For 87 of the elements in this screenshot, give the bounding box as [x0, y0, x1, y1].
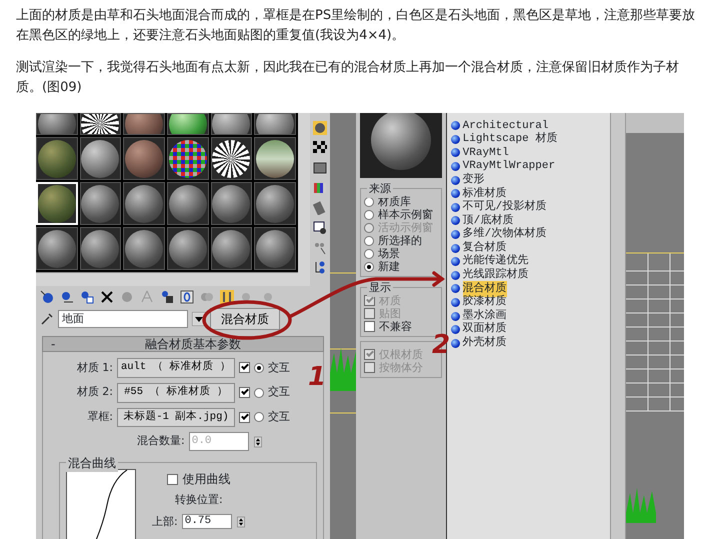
spinner-icon[interactable] — [236, 514, 246, 529]
frame-icon[interactable] — [180, 290, 194, 304]
horizontal-scrollbar[interactable] — [36, 272, 298, 286]
radio-button[interactable] — [364, 248, 374, 258]
sphere-icon[interactable] — [40, 290, 54, 304]
material-slot-button[interactable]: 未标题-1 副本.jpg) — [117, 408, 235, 428]
radio-button[interactable] — [364, 262, 374, 272]
vertical-scrollbar[interactable] — [298, 113, 310, 286]
spinner-icon[interactable] — [252, 434, 263, 448]
sample-slot[interactable] — [210, 137, 252, 180]
sample-slot[interactable] — [167, 227, 209, 270]
field-label: 罩框: — [86, 409, 113, 426]
field-label: 上部: — [152, 515, 178, 528]
sample-slot[interactable] — [167, 137, 209, 180]
sample-slot[interactable] — [210, 227, 252, 270]
spheres-icon[interactable] — [80, 290, 94, 304]
option-label: 按物体分 — [379, 361, 423, 374]
sample-slot[interactable] — [210, 182, 252, 225]
option-label: 贴图 — [379, 307, 401, 320]
radio-button[interactable] — [364, 210, 374, 220]
window-icon[interactable] — [313, 221, 327, 235]
handwritten-number: 1 — [308, 362, 326, 392]
group-title: 来源 — [367, 181, 393, 198]
delete-icon[interactable] — [100, 290, 114, 304]
option-label: 仅根材质 — [379, 348, 423, 361]
sample-slot[interactable] — [254, 137, 296, 180]
sample-slot[interactable] — [36, 113, 78, 135]
rollout-title: 融合材质基本参数 — [144, 336, 242, 353]
paragraph: 测试渲染一下，我觉得石头地面有点太新，因此我在已有的混合材质上再加一个混合材质，注意保留旧材质作为子材质。(图09) — [16, 59, 680, 97]
sample-slot[interactable] — [36, 227, 78, 270]
checkbox[interactable] — [167, 474, 178, 485]
option-label: 新建 — [378, 260, 400, 273]
checkbox[interactable] — [239, 387, 250, 398]
vertical-scrollbar[interactable] — [610, 113, 626, 539]
save-icon[interactable] — [160, 290, 174, 304]
checkbox[interactable] — [239, 362, 250, 374]
option-label: 交互 — [268, 360, 290, 376]
material-slot-button[interactable]: ault （ 标准材质 ） — [117, 358, 235, 378]
curve-graph — [66, 468, 136, 539]
list-item[interactable]: 变形 — [462, 172, 485, 188]
field-label: 材质 2: — [76, 384, 113, 400]
sphere-icon[interactable] — [60, 290, 74, 304]
option-label: 活动示例窗 — [378, 221, 433, 234]
field-label: 混合数量: — [137, 433, 185, 450]
radio-button[interactable] — [254, 412, 264, 422]
field-label: 材质 1: — [76, 360, 113, 376]
option-label: 样本示例窗 — [378, 208, 433, 221]
radio-button[interactable] — [254, 362, 264, 373]
checkbox[interactable] — [364, 321, 375, 332]
sample-slot[interactable] — [167, 182, 209, 225]
sample-slot[interactable] — [80, 137, 122, 180]
sample-slot[interactable] — [123, 182, 165, 225]
material-type-button[interactable]: 混合材质 — [210, 308, 280, 330]
sample-slot[interactable] — [254, 113, 296, 135]
upper-field[interactable]: 0.75 — [182, 514, 232, 530]
group-title: 显示 — [367, 280, 393, 296]
radio-button[interactable] — [254, 388, 264, 398]
option-label: 交互 — [268, 384, 290, 400]
eyedropper-icon[interactable] — [40, 312, 54, 326]
sample-slot[interactable] — [254, 182, 296, 225]
collapse-sign[interactable]: - — [43, 335, 64, 353]
paragraph: 上面的材质是由草和石头地面混合而成的，罩框是在PS里绘制的，白色区是石头地面，黑色区是草地，注意那些草要放在黑色区的绿地上，还要注意石头地面贴图的重复值(我设为4×4)。 — [16, 7, 696, 45]
checker-icon[interactable] — [313, 141, 327, 155]
list-item[interactable]: 外壳材质 — [462, 335, 507, 352]
rollout-header[interactable]: - 融合材质基本参数 — [42, 336, 324, 352]
sample-slot[interactable] — [80, 227, 122, 270]
sample-slot[interactable] — [167, 113, 209, 135]
sample-slot[interactable] — [80, 113, 122, 135]
material-name-field[interactable]: 地面 — [58, 310, 188, 328]
material-slot-button[interactable]: #55 （ 标准材质 ） — [117, 382, 235, 402]
field-label: 转换位置: — [175, 492, 223, 508]
square-icon[interactable] — [313, 161, 327, 175]
option-label: 场景 — [378, 247, 400, 260]
sample-slot[interactable] — [254, 227, 296, 270]
option-label: 使用曲线 — [182, 472, 230, 486]
option-label: 所选择的 — [378, 234, 422, 247]
option-label: 不兼容 — [379, 320, 412, 333]
field-value: 地面 — [62, 310, 84, 327]
checkbox[interactable] — [239, 412, 250, 423]
sphere-icon[interactable] — [313, 121, 327, 135]
sample-slot[interactable] — [123, 227, 165, 270]
sample-slot[interactable] — [80, 182, 122, 225]
hierarchy-icon[interactable] — [313, 261, 327, 275]
option-label: 交互 — [268, 409, 290, 426]
sample-slot[interactable] — [210, 113, 252, 135]
highlight-icon[interactable] — [220, 290, 234, 304]
radio-button[interactable] — [364, 236, 374, 246]
